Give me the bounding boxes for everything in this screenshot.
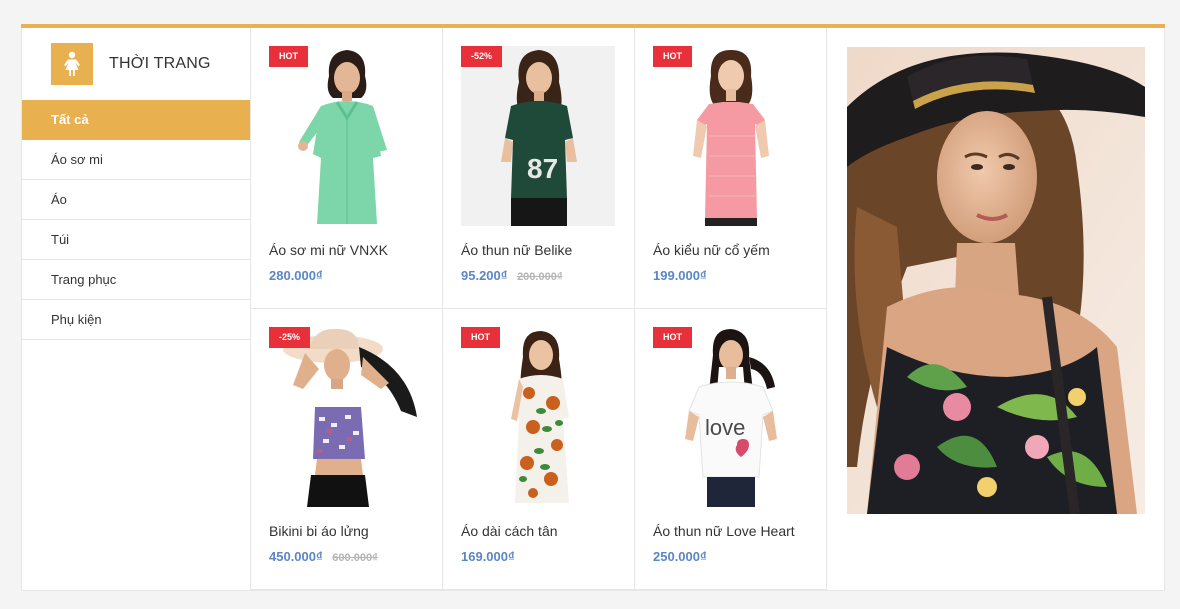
promo-banner-image[interactable] — [847, 47, 1145, 514]
product-card[interactable]: HOT Áo sơ mi nữ VNXK 280.000₫ — [251, 28, 443, 309]
product-grid: HOT Áo sơ mi nữ VNXK 280.000₫ -52% 87 Áo… — [251, 28, 827, 590]
product-badge: HOT — [653, 327, 692, 348]
product-image[interactable] — [269, 46, 423, 226]
product-badge: -52% — [461, 46, 503, 67]
product-price: 199.000₫ — [653, 268, 707, 283]
product-price: 95.200₫ — [461, 268, 508, 283]
shirt-print-text: 87 — [527, 153, 558, 184]
category-header: THỜI TRANG — [22, 28, 250, 100]
menu-item-outfits[interactable]: Trang phục — [22, 260, 250, 300]
product-badge: HOT — [653, 46, 692, 67]
menu-item-accessories[interactable]: Phụ kiện — [22, 300, 250, 340]
product-name[interactable]: Áo sơ mi nữ VNXK — [269, 242, 388, 258]
product-price: 450.000₫ — [269, 549, 323, 564]
product-badge: HOT — [269, 46, 308, 67]
category-menu: Tất cả Áo sơ mi Áo Túi Trang phục Phụ ki… — [22, 100, 250, 340]
product-prices: 450.000₫ 600.000₫ — [269, 549, 378, 564]
product-prices: 169.000₫ — [461, 549, 515, 564]
menu-item-all[interactable]: Tất cả — [22, 100, 250, 140]
product-badge: HOT — [461, 327, 500, 348]
category-title: THỜI TRANG — [109, 55, 211, 72]
woman-icon — [51, 43, 93, 85]
product-name[interactable]: Áo thun nữ Love Heart — [653, 523, 795, 539]
shirt-print-text: love — [705, 415, 745, 440]
product-old-price: 200.000₫ — [517, 271, 563, 283]
product-price: 280.000₫ — [269, 268, 323, 283]
product-prices: 199.000₫ — [653, 268, 707, 283]
product-badge: -25% — [269, 327, 311, 348]
product-name[interactable]: Áo thun nữ Belike — [461, 242, 572, 258]
product-name[interactable]: Bikini bi áo lửng — [269, 523, 369, 539]
product-prices: 280.000₫ — [269, 268, 323, 283]
product-prices: 95.200₫ 200.000₫ — [461, 268, 562, 283]
category-panel: THỜI TRANG Tất cả Áo sơ mi Áo Túi Trang … — [21, 24, 1165, 591]
product-price: 250.000₫ — [653, 549, 707, 564]
menu-item-bags[interactable]: Túi — [22, 220, 250, 260]
category-sidebar: THỜI TRANG Tất cả Áo sơ mi Áo Túi Trang … — [22, 28, 251, 590]
product-card[interactable]: -25% Bikini bi áo lửng 450.000₫ 600.000₫ — [251, 309, 443, 590]
product-card[interactable]: HOT Áo kiểu nữ cổ yếm 199.000₫ — [635, 28, 827, 309]
product-image[interactable] — [269, 327, 423, 507]
product-name[interactable]: Áo dài cách tân — [461, 523, 558, 539]
menu-item-shirts[interactable]: Áo sơ mi — [22, 140, 250, 180]
product-card[interactable]: HOT Áo dài cách tân 169.000₫ — [443, 309, 635, 590]
product-old-price: 600.000₫ — [332, 552, 378, 564]
product-card[interactable]: HOT love Áo thun nữ Love Heart 250.000₫ — [635, 309, 827, 590]
product-prices: 250.000₫ — [653, 549, 707, 564]
menu-item-tops[interactable]: Áo — [22, 180, 250, 220]
product-price: 169.000₫ — [461, 549, 515, 564]
product-image[interactable] — [461, 327, 615, 507]
product-name[interactable]: Áo kiểu nữ cổ yếm — [653, 242, 770, 258]
product-card[interactable]: -52% 87 Áo thun nữ Belike 95.200₫ 200.00… — [443, 28, 635, 309]
product-image[interactable] — [653, 46, 807, 226]
product-image[interactable]: 87 — [461, 46, 615, 226]
product-image[interactable]: love — [653, 327, 807, 507]
section-top-border — [21, 24, 1165, 28]
